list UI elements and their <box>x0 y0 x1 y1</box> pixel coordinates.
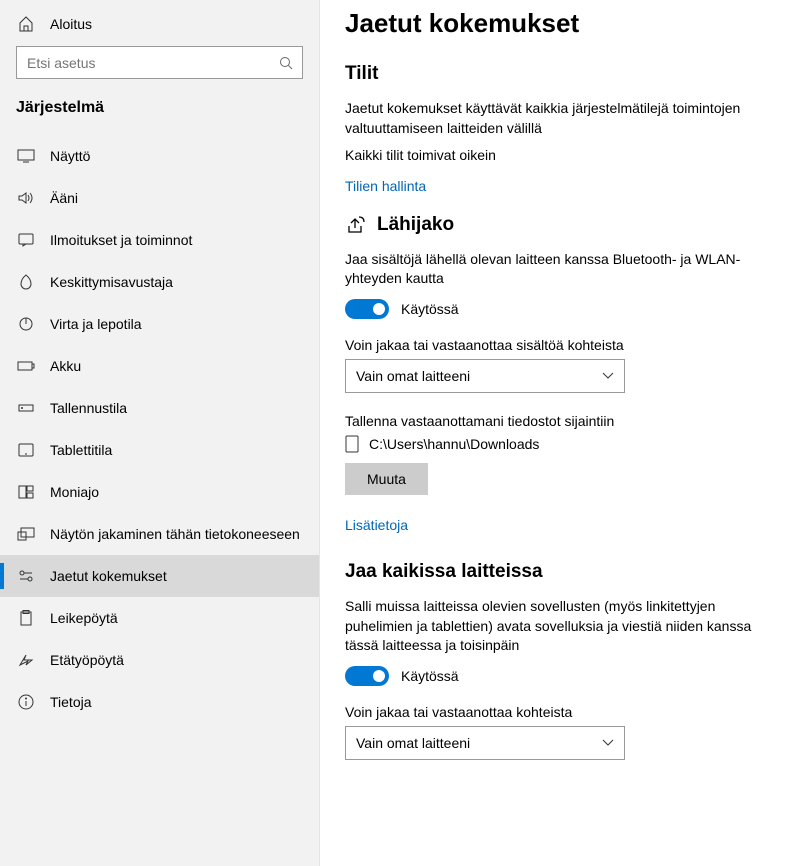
remote-icon <box>16 653 36 667</box>
about-icon <box>16 694 36 710</box>
nearby-desc: Jaa sisältöjä lähellä olevan laitteen ka… <box>345 250 773 289</box>
nav-item-clipboard[interactable]: Leikepöytä <box>0 597 319 639</box>
alldev-toggle[interactable] <box>345 666 389 686</box>
battery-icon <box>16 360 36 372</box>
nearby-share-label: Voin jakaa tai vastaanottaa sisältöä koh… <box>345 337 773 353</box>
focus-icon <box>16 274 36 290</box>
save-path-text: C:\Users\hannu\Downloads <box>369 436 539 452</box>
projecting-icon <box>16 527 36 541</box>
page-title: Jaetut kokemukset <box>345 8 773 39</box>
save-path-row: C:\Users\hannu\Downloads <box>345 435 773 453</box>
power-icon <box>16 316 36 332</box>
notifications-icon <box>16 233 36 247</box>
nearby-share-select[interactable]: Vain omat laitteeni <box>345 359 625 393</box>
nearby-toggle[interactable] <box>345 299 389 319</box>
chevron-down-icon <box>602 739 614 747</box>
nav-label: Keskittymisavustaja <box>50 274 173 290</box>
nav-label: Virta ja lepotila <box>50 316 142 332</box>
content: Jaetut kokemukset Tilit Jaetut kokemukse… <box>320 0 785 866</box>
share-icon <box>345 214 367 236</box>
accounts-heading: Tilit <box>345 63 773 85</box>
nav-item-power[interactable]: Virta ja lepotila <box>0 303 319 345</box>
alldev-toggle-label: Käytössä <box>401 668 459 684</box>
nav-label: Akku <box>50 358 81 374</box>
nav-item-display[interactable]: Näyttö <box>0 135 319 177</box>
folder-icon <box>345 435 359 453</box>
sound-icon <box>16 191 36 205</box>
chevron-down-icon <box>602 372 614 380</box>
nearby-heading-text: Lähijako <box>377 214 454 236</box>
accounts-desc: Jaetut kokemukset käyttävät kaikkia järj… <box>345 99 773 138</box>
tablet-icon <box>16 443 36 457</box>
nav-item-tablet[interactable]: Tablettitila <box>0 429 319 471</box>
alldev-share-label: Voin jakaa tai vastaanottaa kohteista <box>345 704 773 720</box>
nav-label: Tietoja <box>50 694 92 710</box>
nav-item-multitask[interactable]: Moniajo <box>0 471 319 513</box>
alldev-heading: Jaa kaikissa laitteissa <box>345 561 773 583</box>
home-label: Aloitus <box>50 16 92 32</box>
nav-item-storage[interactable]: Tallennustila <box>0 387 319 429</box>
nav-label: Moniajo <box>50 484 99 500</box>
nav-label: Jaetut kokemukset <box>50 568 167 584</box>
nav-item-shared-experiences[interactable]: Jaetut kokemukset <box>0 555 319 597</box>
multitask-icon <box>16 485 36 499</box>
alldev-desc: Salli muissa laitteissa olevien sovellus… <box>345 597 773 656</box>
nav-item-notifications[interactable]: Ilmoitukset ja toiminnot <box>0 219 319 261</box>
home-button[interactable]: Aloitus <box>0 8 319 40</box>
nav-list: Näyttö Ääni Ilmoitukset ja toiminnot Kes… <box>0 135 319 723</box>
storage-icon <box>16 402 36 414</box>
nav-label: Näytön jakaminen tähän tietokoneeseen <box>50 526 300 542</box>
nav-label: Leikepöytä <box>50 610 118 626</box>
nav-label: Tablettitila <box>50 442 112 458</box>
search-input[interactable] <box>16 46 303 79</box>
category-heading: Järjestelmä <box>0 81 319 125</box>
accounts-status: Kaikki tilit toimivat oikein <box>345 146 773 166</box>
display-icon <box>16 149 36 163</box>
nav-item-battery[interactable]: Akku <box>0 345 319 387</box>
more-info-link[interactable]: Lisätietoja <box>345 517 408 533</box>
nav-item-focus[interactable]: Keskittymisavustaja <box>0 261 319 303</box>
nearby-toggle-label: Käytössä <box>401 301 459 317</box>
shared-icon <box>16 569 36 583</box>
nav-label: Ääni <box>50 190 78 206</box>
nav-label: Näyttö <box>50 148 90 164</box>
nav-item-sound[interactable]: Ääni <box>0 177 319 219</box>
nearby-heading: Lähijako <box>345 214 773 236</box>
alldev-share-value: Vain omat laitteeni <box>356 735 470 751</box>
nav-item-projecting[interactable]: Näytön jakaminen tähän tietokoneeseen <box>0 513 319 555</box>
alldev-share-select[interactable]: Vain omat laitteeni <box>345 726 625 760</box>
sidebar: Aloitus Järjestelmä Näyttö Ääni Ilmoituk… <box>0 0 320 866</box>
clipboard-icon <box>16 610 36 626</box>
nav-item-about[interactable]: Tietoja <box>0 681 319 723</box>
home-icon <box>16 16 36 32</box>
nav-label: Tallennustila <box>50 400 127 416</box>
nav-label: Ilmoitukset ja toiminnot <box>50 232 192 248</box>
nearby-save-label: Tallenna vastaanottamani tiedostot sijai… <box>345 413 773 429</box>
manage-accounts-link[interactable]: Tilien hallinta <box>345 178 426 194</box>
nearby-share-value: Vain omat laitteeni <box>356 368 470 384</box>
nav-label: Etätyöpöytä <box>50 652 124 668</box>
nav-item-remote[interactable]: Etätyöpöytä <box>0 639 319 681</box>
search-wrap <box>0 40 319 81</box>
change-button[interactable]: Muuta <box>345 463 428 495</box>
